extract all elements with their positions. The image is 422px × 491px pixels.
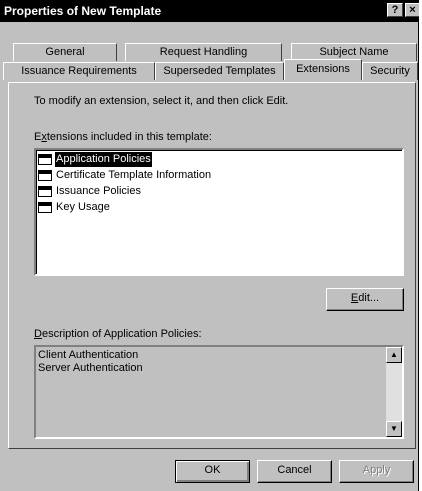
- title-bar: Properties of New Template ? ×: [0, 0, 419, 22]
- extensions-list-label: Extensions included in this template:: [34, 131, 212, 143]
- tab-general[interactable]: General: [13, 43, 117, 61]
- extension-icon: [38, 170, 52, 181]
- description-line: Server Authentication: [38, 362, 143, 374]
- close-button[interactable]: ×: [405, 3, 419, 17]
- ok-button[interactable]: OK: [175, 460, 250, 483]
- tab-request-handling[interactable]: Request Handling: [125, 43, 282, 61]
- help-button[interactable]: ?: [387, 3, 403, 17]
- extension-icon: [38, 154, 52, 165]
- tab-security[interactable]: Security: [362, 62, 418, 80]
- extension-icon: [38, 186, 52, 197]
- description-line: Client Authentication: [38, 349, 139, 361]
- description-box[interactable]: Client Authentication Server Authenticat…: [34, 345, 404, 439]
- tab-extensions[interactable]: Extensions: [284, 59, 362, 80]
- scroll-up-icon[interactable]: ▲: [386, 347, 402, 363]
- extension-icon: [38, 202, 52, 213]
- scroll-down-icon[interactable]: ▼: [386, 421, 402, 437]
- description-scrollbar[interactable]: ▲ ▼: [386, 347, 402, 437]
- tab-superseded-templates[interactable]: Superseded Templates: [155, 62, 284, 80]
- apply-button[interactable]: Apply: [339, 460, 414, 483]
- tab-issuance-requirements[interactable]: Issuance Requirements: [3, 62, 155, 80]
- edit-button[interactable]: Edit...: [326, 288, 404, 311]
- properties-dialog: Properties of New Template ? × General R…: [0, 0, 419, 491]
- cancel-button[interactable]: Cancel: [257, 460, 332, 483]
- instruction-text: To modify an extension, select it, and t…: [34, 95, 289, 107]
- dialog-title: Properties of New Template: [4, 4, 162, 18]
- description-label: Description of Application Policies:: [34, 328, 202, 340]
- extensions-listbox[interactable]: Application Policies Certificate Templat…: [34, 148, 404, 276]
